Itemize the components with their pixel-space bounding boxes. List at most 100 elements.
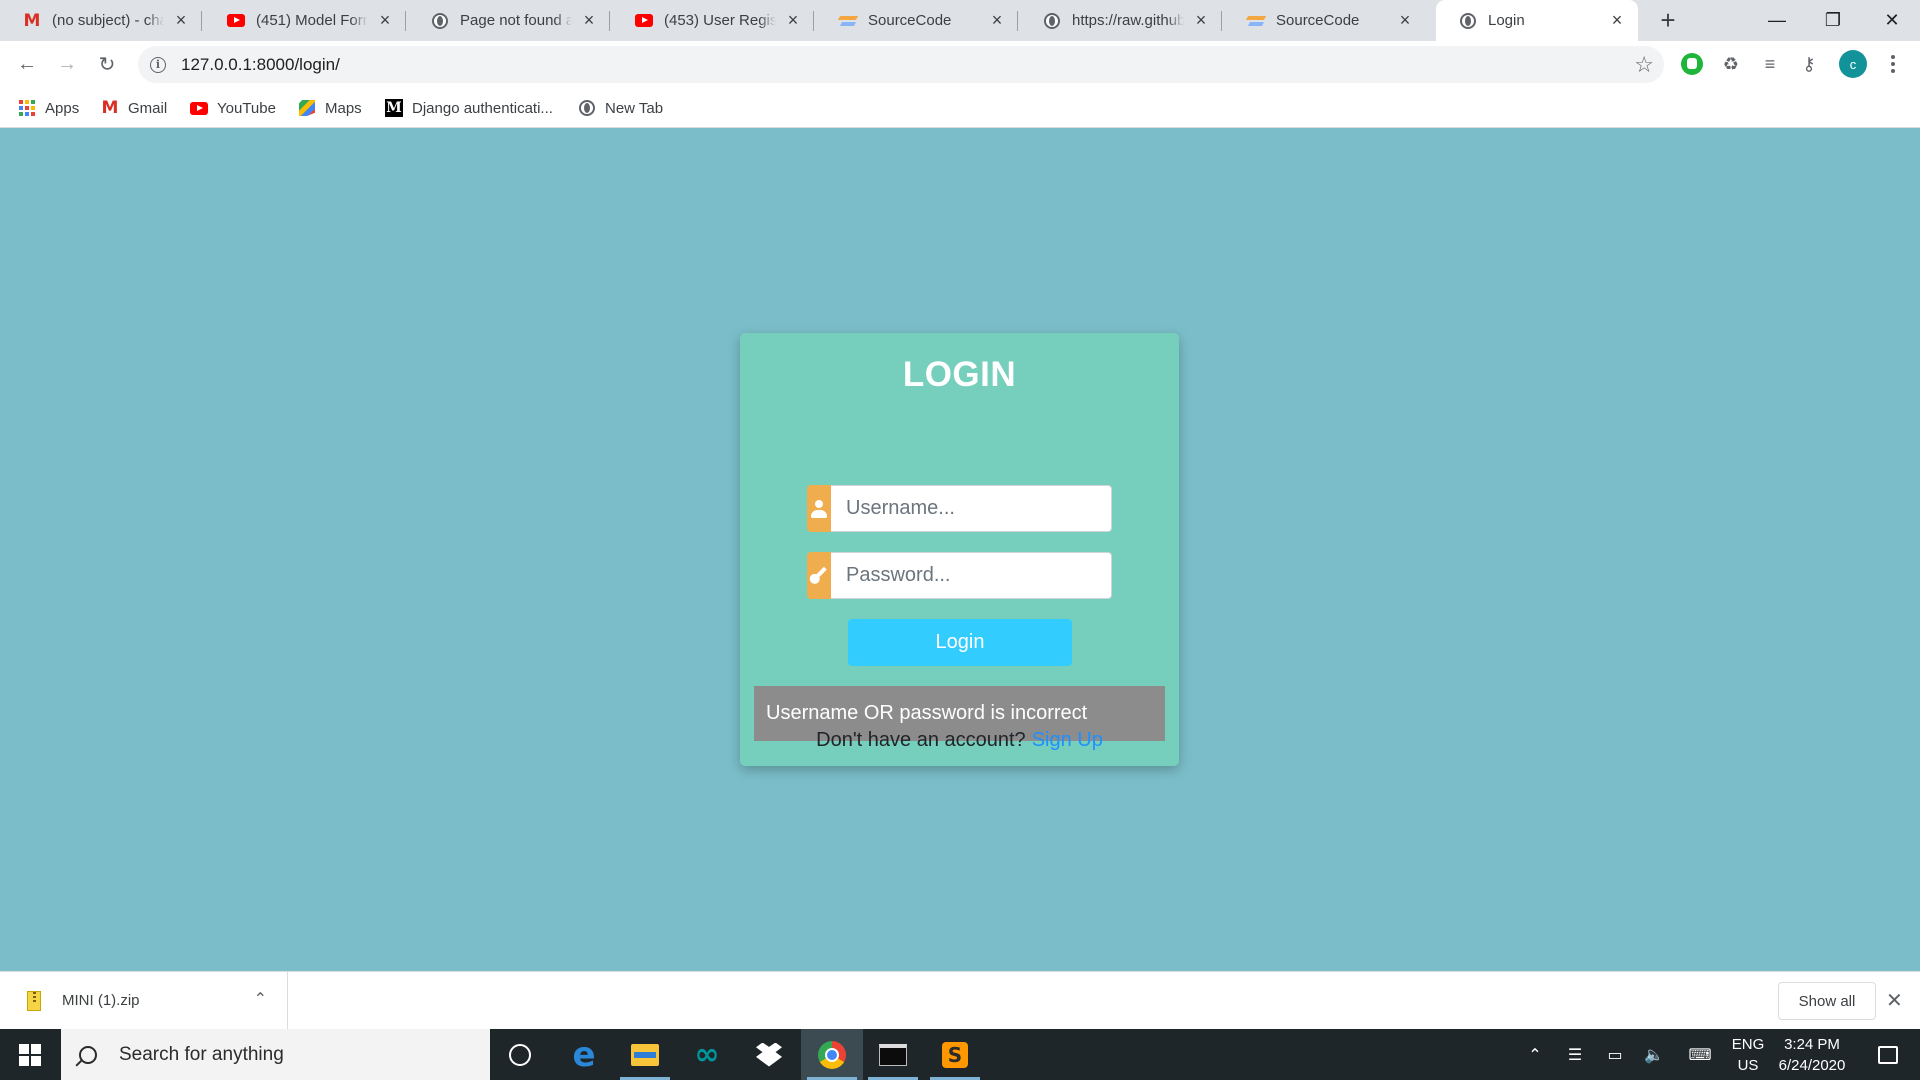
browser-tab[interactable]: (451) Model Form × xyxy=(204,0,406,41)
window-close-icon[interactable]: ✕ xyxy=(1864,0,1920,41)
clock-time: 3:24 PM xyxy=(1784,1036,1840,1053)
maps-icon xyxy=(298,99,316,117)
tab-close-icon[interactable]: × xyxy=(784,10,802,30)
tab-separator xyxy=(813,11,814,31)
username-input[interactable] xyxy=(831,485,1112,532)
globe-icon xyxy=(1459,12,1477,30)
new-tab-button[interactable]: + xyxy=(1654,5,1682,35)
password-input[interactable] xyxy=(831,552,1112,599)
address-url[interactable]: 127.0.0.1:8000/login/ xyxy=(181,55,340,75)
cortana-icon[interactable] xyxy=(489,1029,551,1080)
gmail-icon: M xyxy=(101,98,119,118)
tab-title: SourceCode xyxy=(868,12,952,29)
login-card: LOGIN Login Username OR password is inco… xyxy=(740,333,1179,766)
tab-close-icon[interactable]: × xyxy=(172,10,190,30)
page-content: LOGIN Login Username OR password is inco… xyxy=(0,129,1920,971)
bookmark-gmail[interactable]: M Gmail xyxy=(101,95,168,121)
apps-grid-icon xyxy=(18,99,36,117)
shelf-close-icon[interactable]: ✕ xyxy=(1886,988,1903,1013)
tab-close-icon[interactable]: × xyxy=(1192,10,1210,30)
tab-title: (no subject) - chan xyxy=(52,12,164,29)
windows-logo-icon xyxy=(19,1043,41,1066)
zip-file-icon xyxy=(27,990,41,1011)
browser-tab[interactable]: https://raw.githubu × xyxy=(1020,0,1222,41)
bookmarks-bar: Apps M Gmail YouTube Maps M Django authe… xyxy=(0,88,1920,128)
user-icon xyxy=(807,485,831,532)
tab-close-icon[interactable]: × xyxy=(376,10,394,30)
site-info-icon[interactable]: i xyxy=(150,56,166,73)
tab-close-icon[interactable]: × xyxy=(988,10,1006,30)
start-button[interactable] xyxy=(0,1029,60,1080)
volume-icon[interactable]: 🔈 xyxy=(1637,1029,1671,1080)
signup-row: Don't have an account? Sign Up xyxy=(740,729,1179,752)
username-field-group xyxy=(807,485,1112,532)
bookmark-django-auth[interactable]: M Django authenticati... xyxy=(385,95,553,121)
sublime-text-icon[interactable]: S xyxy=(924,1029,986,1080)
tab-separator xyxy=(609,11,610,31)
clock-date: 6/24/2020 xyxy=(1778,1057,1846,1074)
wifi-icon[interactable]: ☰ xyxy=(1560,1029,1590,1080)
edge-icon[interactable]: e xyxy=(553,1029,615,1080)
show-all-button[interactable]: Show all xyxy=(1778,982,1876,1020)
browser-tab[interactable]: (453) User Registra × xyxy=(612,0,814,41)
terminal-icon[interactable] xyxy=(862,1029,924,1080)
taskbar-search[interactable]: Search for anything xyxy=(61,1029,490,1080)
keyboard-icon[interactable]: ⌨ xyxy=(1680,1029,1720,1080)
password-key-icon[interactable]: ⚷ xyxy=(1792,47,1826,81)
youtube-icon xyxy=(190,99,208,117)
sourcecode-icon xyxy=(1247,12,1265,30)
tab-separator xyxy=(201,11,202,31)
reload-icon[interactable]: ↻ xyxy=(90,47,124,81)
media-queue-icon[interactable]: ≡ xyxy=(1753,47,1787,81)
tab-close-icon[interactable]: × xyxy=(1608,10,1626,30)
download-shelf: MINI (1).zip ⌃ Show all ✕ xyxy=(0,971,1920,1029)
extensions-puzzle-icon[interactable]: ♻ xyxy=(1714,47,1748,81)
browser-tab[interactable]: SourceCode × xyxy=(816,0,1018,41)
dropbox-icon[interactable] xyxy=(738,1029,800,1080)
notification-icon[interactable] xyxy=(1868,1029,1908,1080)
file-explorer-icon[interactable] xyxy=(614,1029,676,1080)
bookmark-apps[interactable]: Apps xyxy=(18,95,79,121)
youtube-icon xyxy=(227,12,245,30)
profile-avatar[interactable]: c xyxy=(1836,47,1870,81)
browser-tab[interactable]: SourceCode × xyxy=(1224,0,1426,41)
menu-dots-icon[interactable] xyxy=(1876,47,1910,81)
tab-title: (451) Model Form xyxy=(256,12,368,29)
browser-toolbar: ← → ↻ i 127.0.0.1:8000/login/ ☆ ♻ ≡ ⚷ c xyxy=(0,41,1920,88)
signup-link[interactable]: Sign Up xyxy=(1032,729,1103,751)
password-field-group xyxy=(807,552,1112,599)
back-arrow-icon[interactable]: ← xyxy=(10,47,44,81)
youtube-icon xyxy=(635,12,653,30)
browser-tab[interactable]: Page not found at × xyxy=(408,0,610,41)
tab-close-icon[interactable]: × xyxy=(1396,10,1414,30)
chrome-icon[interactable] xyxy=(801,1029,863,1080)
tab-title: Page not found at xyxy=(460,12,572,29)
key-icon xyxy=(807,552,831,599)
sourcecode-icon xyxy=(839,12,857,30)
windows-taskbar: Search for anything e ∞ S ⌃ ☰ ▭ 🔈 ⌨ ENG … xyxy=(0,1029,1920,1080)
download-item[interactable]: MINI (1).zip ⌃ xyxy=(0,972,288,1029)
restore-icon[interactable]: ❐ xyxy=(1805,0,1861,41)
tab-close-icon[interactable]: × xyxy=(580,10,598,30)
forward-arrow-icon[interactable]: → xyxy=(50,47,84,81)
tab-title: SourceCode xyxy=(1276,12,1360,29)
clock[interactable]: 3:24 PM 6/24/2020 xyxy=(1770,1034,1854,1076)
chevron-up-icon[interactable]: ⌃ xyxy=(1520,1029,1550,1080)
extension-green-icon[interactable] xyxy=(1675,47,1709,81)
login-button[interactable]: Login xyxy=(848,619,1072,666)
bookmark-star-icon[interactable]: ☆ xyxy=(1634,52,1654,78)
browser-tab[interactable]: M (no subject) - chan × xyxy=(0,0,202,41)
bookmark-youtube[interactable]: YouTube xyxy=(190,95,276,121)
battery-icon[interactable]: ▭ xyxy=(1598,1029,1632,1080)
signup-prompt: Don't have an account? xyxy=(816,729,1026,751)
browser-tab-active[interactable]: Login × xyxy=(1436,0,1638,41)
globe-icon xyxy=(578,99,596,117)
arduino-icon[interactable]: ∞ xyxy=(676,1029,738,1080)
address-bar[interactable]: i 127.0.0.1:8000/login/ ☆ xyxy=(138,46,1664,83)
bookmark-new-tab[interactable]: New Tab xyxy=(578,95,663,121)
chevron-up-icon[interactable]: ⌃ xyxy=(254,989,267,1009)
language-indicator[interactable]: ENG US xyxy=(1728,1034,1768,1076)
bookmark-maps[interactable]: Maps xyxy=(298,95,362,121)
bookmark-label: Apps xyxy=(45,99,80,117)
minimize-icon[interactable]: — xyxy=(1749,0,1805,41)
